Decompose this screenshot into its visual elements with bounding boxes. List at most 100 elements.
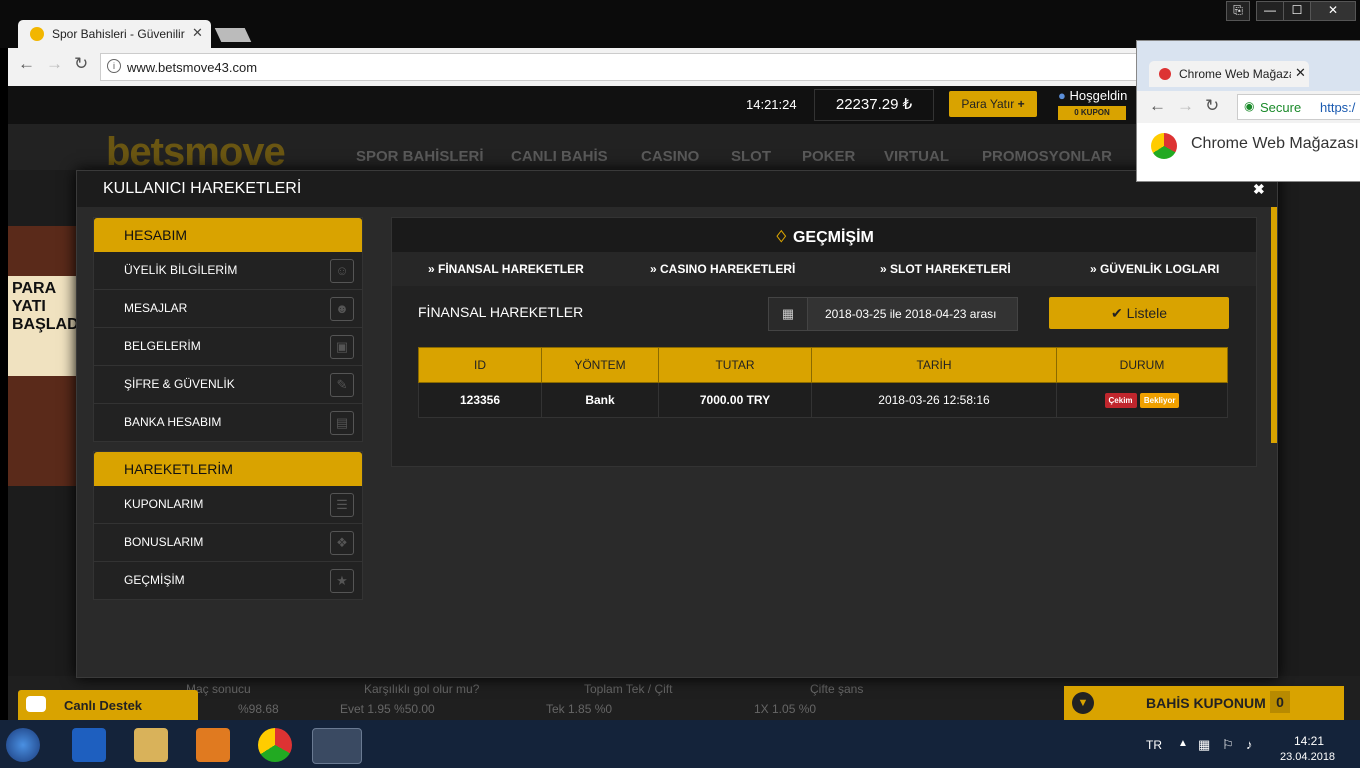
- tab-label: FİNANSAL HAREKETLER: [438, 262, 584, 276]
- back-arrow-icon[interactable]: ←: [18, 54, 35, 74]
- site-logo[interactable]: betsmove: [106, 130, 286, 175]
- nav-casino[interactable]: CASINO: [641, 148, 699, 165]
- window-maximize-button[interactable]: ☐: [1283, 1, 1311, 21]
- nav-poker[interactable]: POKER: [802, 148, 855, 165]
- sidebar-heading-account: HESABIM: [94, 218, 362, 252]
- start-button-icon[interactable]: [6, 728, 40, 762]
- tab-casino[interactable]: » CASINO HAREKETLERİ: [650, 262, 795, 276]
- internet-explorer-icon[interactable]: [72, 728, 106, 762]
- market-odds[interactable]: Evet 1.95 %50.00: [340, 702, 435, 716]
- sidebar-item-label: BANKA HESABIM: [124, 415, 222, 429]
- reload-icon[interactable]: ↻: [74, 54, 88, 74]
- chevron-down-icon[interactable]: ▼: [1072, 692, 1094, 714]
- date-range-picker[interactable]: ▦ 2018-03-25 ile 2018-04-23 arası: [768, 297, 1018, 331]
- file-explorer-icon[interactable]: [134, 728, 168, 762]
- nav-canli-bahis[interactable]: CANLI BAHİS: [511, 148, 608, 165]
- nav-slot[interactable]: SLOT: [731, 148, 771, 165]
- reload-icon[interactable]: ↻: [1205, 96, 1219, 116]
- media-player-icon[interactable]: [196, 728, 230, 762]
- sidebar-item-history[interactable]: GEÇMİŞİM ★: [94, 562, 362, 599]
- info-icon[interactable]: i: [107, 59, 121, 73]
- sidebar-item-documents[interactable]: BELGELERİM ▣: [94, 328, 362, 366]
- deposit-button[interactable]: Para Yatır +: [949, 91, 1037, 117]
- tab-slot[interactable]: » SLOT HAREKETLERİ: [880, 262, 1011, 276]
- action-center-icon[interactable]: ⚐: [1222, 737, 1234, 753]
- nav-spor-bahisleri[interactable]: SPOR BAHİSLERİ: [356, 148, 484, 165]
- show-hidden-icons-icon[interactable]: ▲: [1178, 738, 1188, 749]
- sidebar-item-membership[interactable]: ÜYELİK BİLGİLERİM ☺: [94, 252, 362, 290]
- sidebar-item-bonuses[interactable]: BONUSLARIM ❖: [94, 524, 362, 562]
- list-button[interactable]: ✔ Listele: [1049, 297, 1229, 329]
- window-minimize-button[interactable]: —: [1256, 1, 1284, 21]
- sidebar-item-label: ÜYELİK BİLGİLERİM: [124, 263, 238, 277]
- browser-toolbar: ← → ↻ ◉ Secure https:/: [1137, 91, 1360, 123]
- coupon-count-badge[interactable]: 0 KUPON: [1058, 106, 1126, 120]
- modal-close-icon[interactable]: ✖: [1253, 181, 1265, 198]
- welcome-label: Hoşgeldin: [1069, 88, 1128, 103]
- chrome-store-favicon-icon: [1159, 68, 1171, 80]
- user-icon: ☺: [330, 259, 354, 283]
- sidebar-item-messages[interactable]: MESAJLAR ☻: [94, 290, 362, 328]
- modal-scrollbar[interactable]: [1271, 207, 1277, 443]
- modal-title: KULLANICI HAREKETLERİ: [103, 180, 302, 197]
- tab-close-icon[interactable]: ✕: [192, 25, 203, 41]
- sidebar-item-coupons[interactable]: KUPONLARIM ☰: [94, 486, 362, 524]
- back-arrow-icon[interactable]: ←: [1149, 96, 1166, 116]
- deposit-label: Para Yatır: [961, 97, 1015, 111]
- date-range-text: 2018-03-25 ile 2018-04-23 arası: [825, 307, 997, 321]
- col-status: DURUM: [1056, 347, 1228, 383]
- address-bar[interactable]: ◉ Secure https:/: [1237, 94, 1360, 120]
- forward-arrow-icon[interactable]: →: [1177, 96, 1194, 116]
- address-bar[interactable]: i www.betsmove43.com: [100, 53, 1142, 81]
- cell-status: Çekim Bekliyor: [1056, 382, 1228, 418]
- market-odds[interactable]: 1X 1.05 %0: [754, 702, 816, 716]
- table-row: 123356 Bank 7000.00 TRY 2018-03-26 12:58…: [418, 382, 1228, 418]
- tab-title: Spor Bahisleri - Güvenilir: [52, 27, 185, 41]
- gift-icon: ❖: [330, 531, 354, 555]
- language-indicator[interactable]: TR: [1146, 738, 1162, 752]
- tab-close-icon[interactable]: ✕: [1295, 65, 1306, 81]
- url-text: https:/: [1320, 100, 1356, 115]
- chat-bubble-icon: [26, 696, 46, 712]
- window-user-button[interactable]: ⎘: [1226, 1, 1250, 21]
- browser-tab[interactable]: Chrome Web Mağaza ✕: [1149, 61, 1309, 87]
- network-icon[interactable]: ▦: [1198, 737, 1210, 753]
- sidebar-item-label: MESAJLAR: [124, 301, 188, 315]
- tab-label: GÜVENLİK LOGLARI: [1100, 262, 1220, 276]
- live-support-button[interactable]: Canlı Destek: [18, 690, 198, 720]
- welcome-link[interactable]: ● Hoşgeldin: [1058, 88, 1127, 103]
- promo-banner[interactable]: PARA YATI BAŞLADI: [8, 226, 83, 486]
- tab-security-logs[interactable]: » GÜVENLİK LOGLARI: [1090, 262, 1219, 276]
- sidebar-account: HESABIM ÜYELİK BİLGİLERİM ☺ MESAJLAR ☻ BEL…: [93, 217, 363, 442]
- sidebar-item-bank-account[interactable]: BANKA HESABIM ▤: [94, 404, 362, 441]
- secure-label: Secure: [1260, 100, 1302, 115]
- status-badge: Bekliyor: [1139, 393, 1180, 408]
- transactions-table: ID YÖNTEM TUTAR TARİH DURUM 123356 Bank …: [418, 347, 1228, 418]
- chrome-icon[interactable]: [258, 728, 292, 762]
- banner-text: PARA YATI BAŞLADI: [8, 276, 83, 376]
- taskbar-time[interactable]: 14:21: [1294, 734, 1324, 748]
- panel-title-text: GEÇMİŞİM: [792, 229, 874, 246]
- new-tab-button[interactable]: [214, 28, 252, 42]
- market-odds[interactable]: %98.68: [238, 702, 279, 716]
- forward-arrow-icon[interactable]: →: [46, 54, 63, 74]
- nav-virtual[interactable]: VIRTUAL: [884, 148, 949, 165]
- taskbar-date[interactable]: 23.04.2018: [1280, 751, 1335, 763]
- sidebar-heading-activity: HAREKETLERİM: [94, 452, 362, 486]
- status-type-badge: Çekim: [1104, 393, 1137, 408]
- sidebar-activity: HAREKETLERİM KUPONLARIM ☰ BONUSLARIM ❖ GEÇ…: [93, 451, 363, 600]
- window-close-button[interactable]: ✕: [1310, 1, 1356, 21]
- market-odds[interactable]: Tek 1.85 %0: [546, 702, 612, 716]
- sidebar-item-password-security[interactable]: ŞİFRE & GÜVENLİK ✎: [94, 366, 362, 404]
- nav-promosyonlar[interactable]: PROMOSYONLAR: [982, 148, 1112, 165]
- col-amount: TUTAR: [658, 347, 812, 383]
- calendar-icon[interactable]: ▦: [769, 298, 808, 330]
- chat-icon: ☻: [330, 297, 354, 321]
- tab-financial[interactable]: » FİNANSAL HAREKETLER: [428, 262, 584, 276]
- tab-label: CASINO HAREKETLERİ: [660, 262, 796, 276]
- volume-icon[interactable]: ♪: [1246, 737, 1253, 752]
- browser-tab[interactable]: Spor Bahisleri - Güvenilir ✕: [18, 20, 211, 48]
- chrome-active-icon[interactable]: [312, 728, 362, 764]
- chrome-web-store-logo-icon: [1151, 133, 1177, 159]
- bet-coupon-bar[interactable]: ▼ BAHİS KUPONUM 0: [1064, 686, 1344, 720]
